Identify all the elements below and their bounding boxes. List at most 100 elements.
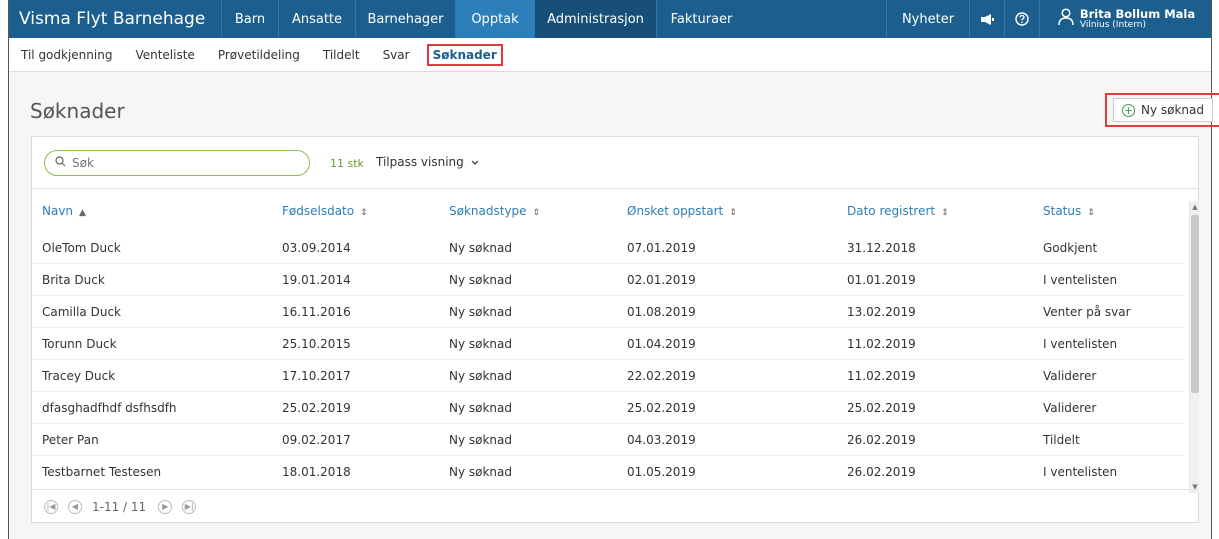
first-page-icon[interactable]: |◀ — [44, 499, 58, 514]
cell-application-type: Ny søknad — [449, 337, 513, 351]
cell-birthdate: 17.10.2017 — [282, 369, 351, 383]
cell-birthdate: 09.02.2017 — [282, 433, 351, 447]
scroll-up-arrow-icon[interactable]: ▲ — [1190, 201, 1200, 213]
search-icon — [55, 156, 66, 170]
user-name: Brita Bollum Mala — [1079, 7, 1196, 21]
customize-view-dropdown[interactable]: Tilpass visning — [376, 155, 479, 169]
tab-svar[interactable]: Svar — [383, 48, 410, 62]
new-application-label: Ny søknad — [1140, 103, 1204, 117]
tab-soknader[interactable]: Søknader — [426, 43, 503, 66]
table-row[interactable]: Peter Pan 09.02.2017 Ny søknad 04.03.201… — [32, 424, 1184, 456]
megaphone-icon[interactable] — [969, 0, 1004, 38]
cell-desired-start: 22.02.2019 — [627, 369, 696, 383]
cell-status: I ventelisten — [1043, 273, 1118, 287]
help-icon[interactable] — [1004, 0, 1039, 38]
cell-desired-start: 01.05.2019 — [627, 465, 696, 479]
sort-icon: ⇕ — [1087, 208, 1095, 218]
cell-birthdate: 25.10.2015 — [282, 337, 351, 351]
nav-item-barn[interactable]: Barn — [221, 0, 278, 38]
column-header-navn[interactable]: Navn ▲ — [42, 204, 86, 218]
nav-item-ansatte[interactable]: Ansatte — [278, 0, 355, 38]
table-row[interactable]: Camilla Duck 16.11.2016 Ny søknad 01.08.… — [32, 296, 1184, 328]
column-header-dato-registrert[interactable]: Dato registrert ⇕ — [847, 204, 949, 218]
table-row[interactable]: Torunn Duck 25.10.2015 Ny søknad 01.04.2… — [32, 328, 1184, 360]
cell-registered-date: 25.02.2019 — [847, 401, 916, 415]
top-navigation-bar: Visma Flyt Barnehage Barn Ansatte Barneh… — [9, 0, 1211, 38]
cell-application-type: Ny søknad — [449, 305, 513, 319]
table-row[interactable]: Brita Duck 19.01.2014 Ny søknad 02.01.20… — [32, 264, 1184, 296]
cell-status: Venter på svar — [1043, 305, 1131, 319]
tab-tildelt[interactable]: Tildelt — [323, 48, 360, 62]
next-page-icon[interactable]: ▶ — [158, 499, 173, 514]
nav-item-opptak[interactable]: Opptak — [455, 0, 534, 38]
cell-registered-date: 13.02.2019 — [847, 305, 916, 319]
cell-registered-date: 31.12.2018 — [847, 241, 916, 255]
top-right-tools: Nyheter Brita Bollum Mala Vilnius (Inter… — [886, 0, 1211, 38]
applications-panel: 11 stk Tilpass visning Navn▲ Fødselsdato… — [31, 136, 1199, 523]
cell-desired-start: 04.03.2019 — [627, 433, 696, 447]
tab-til-godkjenning[interactable]: Til godkjenning — [21, 48, 112, 62]
sort-ascending-icon: ▲ — [79, 208, 86, 218]
cell-birthdate: 18.01.2018 — [282, 465, 351, 479]
cell-name: Torunn Duck — [42, 337, 117, 351]
user-organization: Vilnius (Intern) — [1079, 20, 1146, 30]
cell-registered-date: 26.02.2019 — [847, 433, 916, 447]
table-scrollbar[interactable]: ▲ ▼ — [1189, 201, 1199, 493]
tab-venteliste[interactable]: Venteliste — [135, 48, 194, 62]
cell-desired-start: 02.01.2019 — [627, 273, 696, 287]
cell-status: Validerer — [1043, 369, 1097, 383]
table-header: Navn ▲ Fødselsdato ⇕ Søknadstype ⇕ Ønsket o… — [32, 204, 1184, 226]
cell-status: Godkjent — [1043, 241, 1098, 255]
nav-item-barnehager[interactable]: Barnehager — [355, 0, 455, 38]
column-header-onsket-oppstart[interactable]: Ønsket oppstart ⇕ — [627, 204, 737, 218]
table-row[interactable]: OleTom Duck 03.09.2014 Ny søknad 07.01.2… — [32, 232, 1184, 264]
sort-icon: ⇕ — [360, 208, 368, 218]
customize-view-label: Tilpass visning — [376, 155, 464, 169]
column-header-fodselsdato[interactable]: Fødselsdato ⇕ — [282, 204, 368, 218]
cell-desired-start: 01.08.2019 — [627, 305, 696, 319]
cell-birthdate: 25.02.2019 — [282, 401, 351, 415]
sort-icon: ⇕ — [532, 208, 541, 218]
previous-page-icon[interactable]: ◀ — [68, 499, 82, 514]
cell-birthdate: 03.09.2014 — [282, 241, 351, 255]
result-count: 11 stk — [330, 157, 364, 170]
search-input[interactable] — [72, 156, 292, 170]
table-row[interactable]: dfasghadfhdf dsfhsdfh 25.02.2019 Ny søkn… — [32, 392, 1184, 424]
sub-navigation: Til godkjenning Venteliste Prøvetildelin… — [9, 38, 1211, 72]
cell-birthdate: 19.01.2014 — [282, 273, 351, 287]
cell-status: Validerer — [1043, 401, 1097, 415]
cell-application-type: Ny søknad — [449, 433, 513, 447]
cell-registered-date: 26.02.2019 — [847, 465, 916, 479]
main-nav: Barn Ansatte Barnehager Opptak Administr… — [221, 0, 746, 38]
nav-item-fakturaer[interactable]: Fakturaer — [656, 0, 746, 38]
user-icon — [1058, 7, 1074, 31]
brand-logo[interactable]: Visma Flyt Barnehage — [9, 0, 221, 38]
cell-status: Tildelt — [1043, 433, 1080, 447]
nav-item-administrasjon[interactable]: Administrasjon — [534, 0, 656, 38]
scrollbar-thumb[interactable] — [1191, 215, 1199, 393]
sort-icon: ⇕ — [729, 208, 737, 218]
cell-application-type: Ny søknad — [449, 401, 513, 415]
user-menu[interactable]: Brita Bollum Mala Vilnius (Intern) — [1039, 0, 1211, 38]
tab-provetildeling[interactable]: Prøvetildeling — [218, 48, 300, 62]
table-row[interactable]: Tracey Duck 17.10.2017 Ny søknad 22.02.2… — [32, 360, 1184, 392]
plus-circle-icon: + — [1121, 103, 1135, 117]
cell-name: dfasghadfhdf dsfhsdfh — [42, 401, 177, 415]
cell-status: I ventelisten — [1043, 337, 1118, 351]
column-header-status[interactable]: Status ⇕ — [1043, 204, 1095, 218]
cell-application-type: Ny søknad — [449, 465, 513, 479]
app-frame: Visma Flyt Barnehage Barn Ansatte Barneh… — [8, 0, 1219, 539]
cell-registered-date: 01.01.2019 — [847, 273, 916, 287]
page-title: Søknader — [30, 99, 125, 123]
news-link[interactable]: Nyheter — [886, 0, 969, 38]
new-application-button[interactable]: + Ny søknad — [1112, 98, 1213, 122]
cell-application-type: Ny søknad — [449, 369, 513, 383]
cell-name: Camilla Duck — [42, 305, 121, 319]
column-header-soknadstype[interactable]: Søknadstype ⇕ — [449, 204, 540, 218]
table-row[interactable]: Testbarnet Testesen 18.01.2018 Ny søknad… — [32, 456, 1184, 483]
cell-desired-start: 01.04.2019 — [627, 337, 696, 351]
last-page-icon[interactable]: ▶| — [182, 499, 197, 514]
table-toolbar: 11 stk Tilpass visning — [32, 137, 1198, 189]
cell-birthdate: 16.11.2016 — [282, 305, 351, 319]
sort-icon: ⇕ — [941, 208, 949, 218]
